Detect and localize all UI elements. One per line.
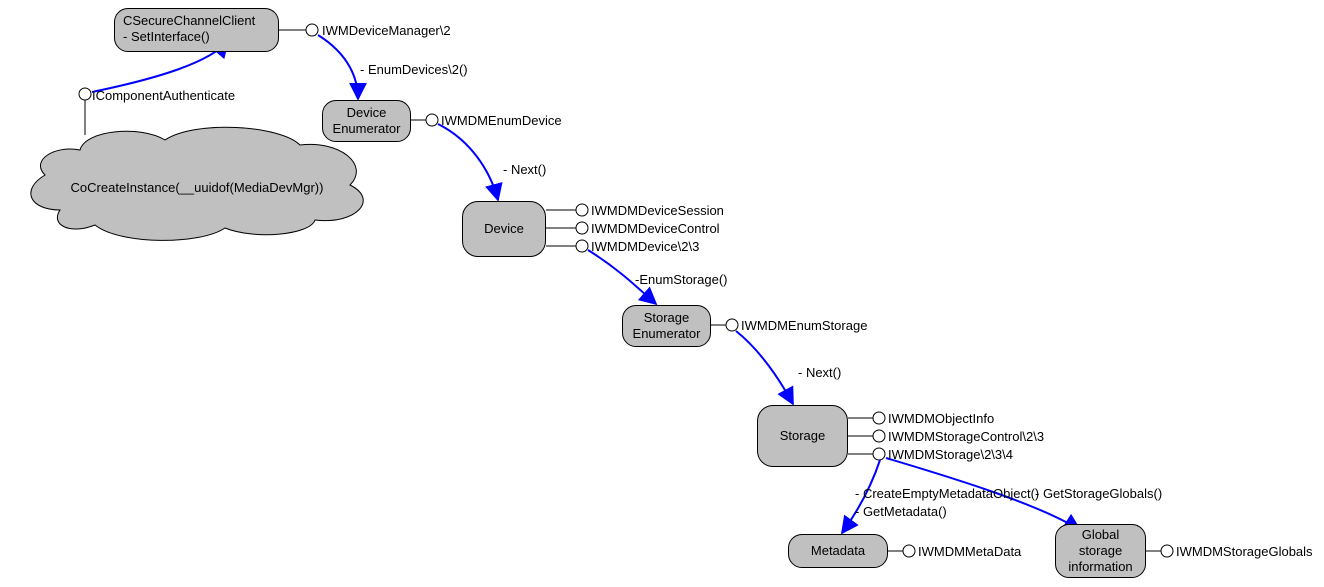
node-storage: Storage: [757, 405, 848, 467]
node-device-enumerator-l1: Device: [347, 105, 387, 120]
node-secure-channel-method: - SetInterface(): [123, 29, 210, 44]
interface-iwmdmdevice: IWMDMDevice\2\3: [591, 239, 699, 254]
method-getstorageglobals: - GetStorageGlobals(): [1035, 486, 1162, 501]
node-secure-channel-title: CSecureChannelClient: [123, 13, 255, 28]
node-storage-enumerator: Storage Enumerator: [622, 305, 711, 347]
method-enumdevices: - EnumDevices\2(): [360, 62, 468, 77]
method-next-1: - Next(): [503, 162, 546, 177]
interface-iwmdmstoragecontrol: IWMDMStorageControl\2\3: [888, 429, 1044, 444]
interface-icomponentauthenticate: IComponentAuthenticate: [92, 88, 235, 103]
node-storage-enumerator-l2: Enumerator: [633, 326, 701, 341]
method-createemptymetadataobject: - CreateEmptyMetadataObject(): [855, 486, 1039, 501]
node-cocreateinstance-text: CoCreateInstance(__uuidof(MediaDevMgr)): [42, 180, 352, 195]
interface-iwmdmmetadata: IWMDMMetaData: [918, 544, 1021, 559]
interface-iwmdmobjectinfo: IWMDMObjectInfo: [888, 411, 994, 426]
node-device-enumerator-l2: Enumerator: [333, 121, 401, 136]
node-secure-channel-client: CSecureChannelClient - SetInterface(): [114, 8, 279, 52]
node-device: Device: [462, 201, 546, 257]
interface-iwmdmenumstorage: IWMDMEnumStorage: [741, 318, 867, 333]
node-global-storage-l2: storage: [1079, 543, 1122, 558]
node-device-label: Device: [484, 221, 524, 237]
interface-iwmdmstorage: IWMDMStorage\2\3\4: [888, 447, 1013, 462]
node-metadata: Metadata: [788, 534, 888, 568]
node-metadata-label: Metadata: [811, 543, 865, 559]
interface-iwmdmdevicesession: IWMDMDeviceSession: [591, 203, 724, 218]
method-getmetadata: - GetMetadata(): [855, 504, 947, 519]
interface-iwmdmstorageglobals: IWMDMStorageGlobals: [1176, 544, 1313, 559]
method-next-2: - Next(): [798, 365, 841, 380]
node-storage-label: Storage: [780, 428, 826, 444]
interface-iwmdmenumdevice: IWMDMEnumDevice: [441, 113, 562, 128]
interface-iwmdevicemanager: IWMDeviceManager\2: [322, 23, 451, 38]
node-device-enumerator: Device Enumerator: [322, 100, 411, 142]
node-storage-enumerator-l1: Storage: [644, 310, 690, 325]
method-enumstorage: -EnumStorage(): [635, 272, 727, 287]
node-global-storage-l3: information: [1068, 559, 1132, 574]
node-global-storage-l1: Global: [1082, 527, 1120, 542]
interface-iwmdmdevicecontrol: IWMDMDeviceControl: [591, 221, 720, 236]
node-global-storage: Global storage information: [1055, 524, 1146, 578]
